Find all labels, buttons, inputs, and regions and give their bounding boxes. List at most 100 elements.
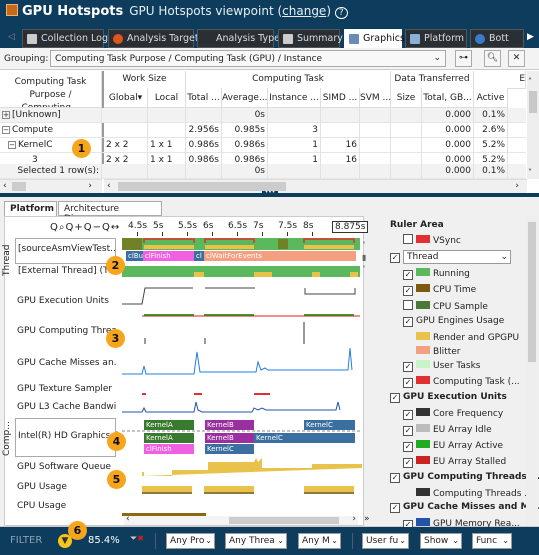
checkbox[interactable]: ✓ (403, 410, 413, 420)
legend-item[interactable]: ✓ Running (403, 268, 470, 280)
kernel-a-bar[interactable]: KernelA (144, 420, 194, 430)
checkbox[interactable]: ✓ (403, 458, 413, 468)
clfinish-bar[interactable]: clFinish (144, 444, 194, 454)
kernel-c-bar[interactable]: KernelC (205, 444, 254, 454)
legend-item[interactable]: ✓ GPU Computing Threads ... (390, 472, 539, 483)
checkbox[interactable]: ✓ (403, 362, 413, 372)
thread-select-box[interactable]: Thread ⌄ (403, 250, 511, 264)
collapse-icon[interactable]: − (2, 126, 10, 134)
tab-platform[interactable]: Platform (405, 29, 467, 48)
timeline-row-label[interactable]: [sourceAsmViewTest.... (18, 244, 116, 254)
legend-item[interactable]: Blitter (416, 346, 460, 357)
checkbox[interactable]: ✓ (403, 317, 413, 327)
timeline-row-label[interactable]: GPU Usage (17, 482, 117, 492)
scroll-left-icon[interactable]: ‹ (126, 514, 130, 524)
task-clwaitforevents[interactable]: clWaitForEvents (204, 251, 356, 261)
checkbox[interactable] (403, 300, 413, 310)
thread-filter-dropdown[interactable]: Any Threa ⌄ (225, 533, 287, 549)
column-header-size[interactable]: Size (391, 88, 422, 108)
timeline-row-label[interactable]: Intel(R) HD Graphics 4 (18, 431, 118, 441)
timeline-row-label[interactable]: CPU Usage (17, 501, 117, 511)
task-clfinish[interactable]: clFinish (143, 251, 194, 261)
checkbox[interactable]: ✓ (390, 503, 400, 513)
kernel-b-bar[interactable]: KernelB (205, 420, 254, 430)
column-header-instance[interactable]: Instance ... (268, 88, 321, 108)
scroll-right-icon[interactable]: › (352, 514, 356, 524)
legend-item[interactable]: ✓ EU Array Stalled (403, 456, 506, 468)
legend-item[interactable]: VSync (403, 234, 461, 246)
column-header-total[interactable]: Total ... (186, 88, 222, 108)
column-header-average[interactable]: Average... (222, 88, 268, 108)
tab-scroll-left-icon[interactable]: ◁ (8, 32, 15, 42)
legend-item[interactable]: ✓ Core Frequency (403, 408, 503, 420)
tab-graphics[interactable]: Graphics (344, 29, 405, 48)
process-filter-dropdown[interactable]: Any Pro ⌄ (166, 533, 215, 549)
checkbox[interactable] (403, 234, 413, 244)
show-dropdown[interactable]: Show ⌄ (420, 533, 462, 549)
checkbox[interactable]: ✓ (403, 286, 413, 296)
column-header-active[interactable]: Active (474, 88, 508, 108)
expand-legend-icon[interactable]: » (364, 514, 370, 524)
tab-analysis-target[interactable]: Analysis Target (108, 29, 199, 48)
column-header-local[interactable]: Local (148, 88, 186, 108)
column-header-total-gb[interactable]: Total, GB... (422, 88, 474, 108)
time-ruler[interactable]: 4.5s 5s 5.5s 6s 6.5s 7s 7.5s 8s (122, 218, 362, 236)
table-row[interactable]: − Compute 2.956s 0.985s 3 0.000 2.6% (0, 123, 526, 138)
task-cl[interactable]: cl (194, 251, 204, 261)
kernel-c-bar[interactable]: KernelC (304, 420, 355, 430)
timeline-row-label[interactable]: GPU Software Queue (17, 462, 117, 472)
timeline-row-label[interactable]: GPU Texture Sampler (17, 384, 117, 394)
thread-scroll[interactable]: ˄ ▮ ˅ (362, 240, 366, 276)
timeline-horizontal-scrollbar[interactable]: ‹ › (124, 514, 358, 525)
left-horizontal-scrollbar[interactable]: ‹ › (0, 179, 102, 193)
tab-analysis-type[interactable]: Analysis Type (197, 29, 280, 48)
grouping-select[interactable]: Computing Task Purpose / Computing Task … (50, 50, 446, 67)
task-clbu[interactable]: clBu (126, 251, 143, 261)
legend-item[interactable]: ✓ EU Array Active (403, 440, 503, 452)
kernel-a-bar[interactable]: KernelA (144, 433, 194, 443)
zoom-in-icon[interactable]: Q+ (65, 222, 83, 233)
scroll-right-icon[interactable]: › (515, 181, 519, 191)
legend-item[interactable]: Computing Threads ... (416, 488, 533, 499)
timeline-chart[interactable] (122, 236, 362, 518)
checkbox[interactable]: ✓ (403, 426, 413, 436)
tab-collection-log[interactable]: Collection Log (22, 29, 108, 48)
main-horizontal-scrollbar[interactable]: ‹ › (104, 179, 527, 193)
scroll-right-icon[interactable]: › (88, 181, 92, 191)
timeline-row-label[interactable]: [External Thread] (TID... (18, 266, 116, 276)
change-viewpoint-link[interactable]: change (282, 4, 326, 18)
legend-item[interactable]: Render and GPGPU (416, 332, 519, 343)
clear-filter-icon[interactable]: ⏷✖ (130, 534, 144, 544)
checkbox[interactable]: ✓ (390, 473, 400, 483)
scroll-down-icon[interactable]: ˅ (528, 168, 532, 177)
tab-platform-view[interactable]: Platform (4, 201, 57, 217)
collapse-icon[interactable]: − (8, 141, 16, 149)
checkbox[interactable]: ✓ (403, 442, 413, 452)
zoom-fit-icon[interactable]: Q↔ (102, 222, 120, 233)
user-functions-dropdown[interactable]: User fu ⌄ (362, 533, 409, 549)
column-header-purpose[interactable]: Computing Task Purpose / Computing... (0, 71, 102, 108)
timeline-row-label[interactable]: GPU Execution Units (17, 296, 117, 306)
table-row[interactable]: + [Unknown] 0s 0.000 0.1% (0, 108, 526, 123)
legend-item[interactable]: ✓ User Tasks (403, 360, 481, 372)
search-icon[interactable]: 🔍︎ (484, 50, 501, 67)
kernel-c-bar[interactable]: KernelC (254, 433, 355, 443)
legend-item[interactable]: CPU Sample (403, 300, 488, 312)
zoom-out-icon[interactable]: Q− (84, 222, 102, 233)
timeline-row-label[interactable]: GPU L3 Cache Bandwi... (17, 402, 117, 412)
legend-item[interactable]: ✓ Computing Task (... (403, 376, 520, 388)
legend-item[interactable]: ✓ GPU Cache Misses and M... (390, 502, 539, 513)
legend-item[interactable]: ✓ GPU Execution Units (390, 392, 507, 403)
checkbox[interactable]: ✓ (390, 253, 400, 263)
tab-bottom-up[interactable]: Bott (470, 29, 524, 48)
column-header-global[interactable]: Global▾ (104, 88, 148, 108)
module-filter-dropdown[interactable]: Any M ⌄ (298, 533, 341, 549)
settings-icon[interactable]: ✕ (508, 50, 525, 67)
help-icon[interactable]: ? (334, 7, 348, 19)
tab-summary[interactable]: Summary (278, 29, 343, 48)
thread-type-select[interactable]: ✓ Thread ⌄ (390, 250, 511, 264)
checkbox[interactable]: ✓ (403, 270, 413, 280)
zoom-in-selection-icon[interactable]: Q⌕ (50, 222, 65, 233)
scroll-up-icon[interactable]: ˄ (528, 77, 532, 86)
tab-architecture-diagram[interactable]: Architecture Diagram (58, 201, 162, 224)
